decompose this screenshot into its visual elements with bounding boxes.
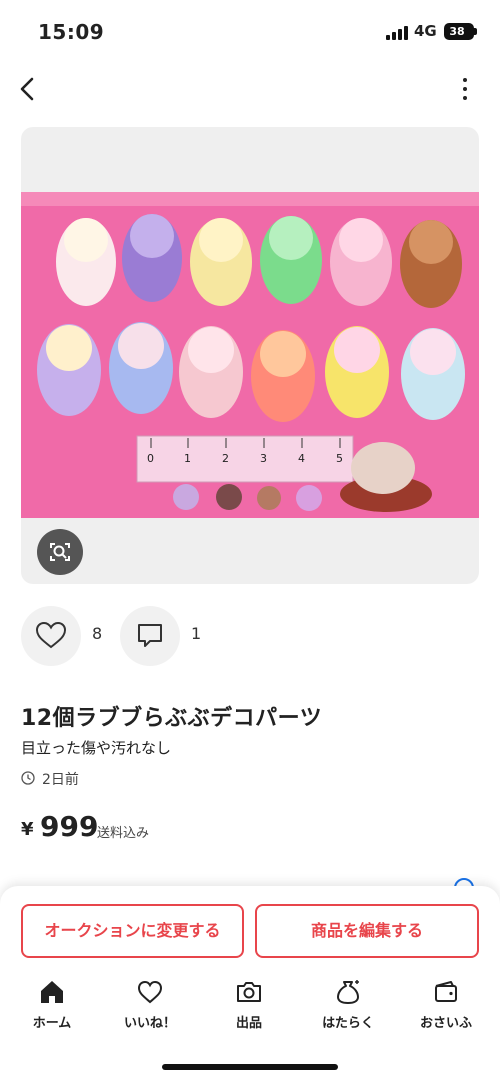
tab-home-label: ホーム [32, 1016, 72, 1031]
product-title: 12個ラブブらぶぶデコパーツ [21, 706, 323, 731]
vertical-dots-icon[interactable] [455, 76, 475, 102]
edit-item-button[interactable]: 商品を編集する [255, 904, 479, 958]
lens-search-icon [50, 543, 70, 561]
tab-home[interactable]: ホーム [12, 978, 92, 1031]
network-type: 4G [414, 22, 437, 40]
tab-wallet[interactable]: おさいふ [406, 978, 486, 1031]
heart-icon [35, 621, 67, 649]
change-to-auction-button[interactable]: オークションに変更する [21, 904, 244, 958]
status-time: 15:09 [38, 20, 105, 44]
clock-icon [21, 771, 35, 785]
ruler-number: 0 [147, 452, 154, 465]
currency-symbol: ¥ [21, 819, 34, 840]
tab-likes[interactable]: いいね！ [110, 978, 190, 1031]
bottom-action-sheet: オークションに変更する 商品を編集する ホーム いいね！ 出品 はたらく おさい… [0, 886, 500, 1080]
home-indicator [162, 1064, 338, 1070]
tab-likes-label: いいね！ [123, 1016, 176, 1031]
tab-wallet-label: おさいふ [419, 1016, 472, 1031]
camera-icon [237, 982, 261, 1002]
ruler-number: 4 [298, 452, 305, 465]
like-count: 8 [92, 624, 103, 643]
ruler-number: 5 [336, 452, 343, 465]
posted-ago: 2日前 [42, 772, 79, 788]
battery-cap [474, 28, 477, 35]
tab-sell-label: 出品 [235, 1016, 262, 1031]
product-photo[interactable]: 0 1 2 3 4 5 [21, 192, 479, 518]
heart-icon [137, 980, 163, 1004]
product-price: 999 [40, 810, 99, 843]
ruler-number: 2 [222, 452, 229, 465]
like-button[interactable] [21, 606, 81, 666]
product-condition: 目立った傷や汚れなし [21, 739, 172, 757]
shipping-note: 送料込み [97, 826, 150, 841]
ruler-number: 1 [184, 452, 191, 465]
ruler-number: 3 [260, 452, 267, 465]
image-search-button[interactable] [37, 529, 83, 575]
tab-work[interactable]: はたらく [308, 978, 388, 1031]
comment-count: 1 [191, 624, 202, 643]
wallet-icon [435, 981, 457, 1002]
status-bar: 15:09 4G 38 [0, 0, 500, 60]
battery-level: 38 [449, 25, 465, 38]
signal-icon [386, 26, 408, 40]
tab-work-label: はたらく [322, 1016, 374, 1031]
chevron-left-icon[interactable] [14, 72, 44, 106]
comment-button[interactable] [120, 606, 180, 666]
tab-sell[interactable]: 出品 [209, 978, 289, 1031]
comment-icon [138, 624, 162, 647]
home-icon [41, 981, 63, 1003]
money-bag-icon [337, 980, 359, 1004]
product-image-panel[interactable]: 0 1 2 3 4 5 [21, 127, 479, 584]
battery-icon: 38 [444, 23, 474, 40]
